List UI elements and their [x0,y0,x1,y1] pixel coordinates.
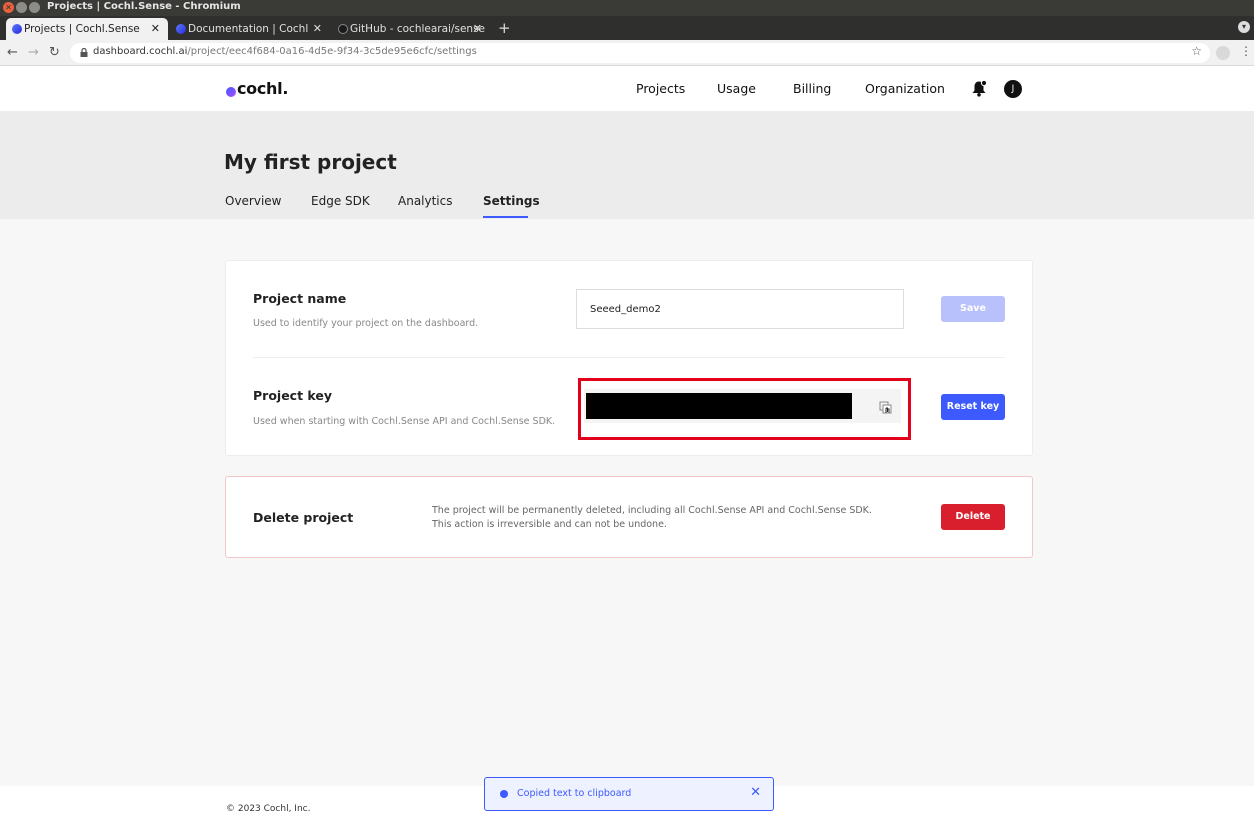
project-name-description: Used to identify your project on the das… [253,318,479,329]
tab-edge-sdk[interactable]: Edge SDK [311,194,370,208]
tab-search-chevron-icon[interactable]: ▾ [1238,21,1250,33]
url-host: dashboard.cochl.ai [93,46,188,57]
tab-label: Documentation | Cochl [188,23,309,35]
address-bar[interactable]: dashboard.cochl.ai/project/eec4f684-0a16… [70,43,1210,63]
github-favicon-icon [338,24,348,34]
notification-bell-icon[interactable] [971,80,987,97]
browser-tab-strip: Projects | Cochl.Sense ✕ Documentation |… [0,16,1254,40]
project-key-description: Used when starting with Cochl.Sense API … [253,416,556,427]
window-maximize-icon[interactable] [29,2,40,13]
project-key-title: Project key [253,388,333,403]
reset-key-button[interactable]: Reset key [941,394,1005,420]
profile-icon[interactable] [1216,46,1230,60]
lock-icon [80,48,88,57]
tab-label: Projects | Cochl.Sense [24,23,140,35]
user-avatar[interactable]: J [1004,80,1022,98]
delete-button[interactable]: Delete [941,504,1005,530]
logo-wordmark: cochl. [237,79,289,98]
project-name-input[interactable] [576,289,904,329]
tab-close-icon[interactable]: ✕ [313,18,322,40]
delete-project-message: The project will be permanently deleted,… [432,504,872,532]
toast-message: Copied text to clipboard [517,788,632,799]
cochl-favicon-icon [12,24,22,34]
delete-project-card: Delete project The project will be perma… [225,476,1033,558]
browser-tab-github[interactable]: GitHub - cochlearai/sense ✕ [332,18,490,40]
url-path: /project/eec4f684-0a16-4d5e-9f34-3c5de95… [187,46,477,57]
delete-message-line2: This action is irreversible and can not … [432,519,667,530]
window-titlebar: ✕ Projects | Cochl.Sense - Chromium [0,0,1254,16]
info-icon [500,790,508,798]
tab-label: GitHub - cochlearai/sense [350,23,486,35]
project-name-title: Project name [253,291,347,306]
browser-tab-projects[interactable]: Projects | Cochl.Sense ✕ [6,18,168,40]
browser-tab-documentation[interactable]: Documentation | Cochl ✕ [170,18,330,40]
project-key-field[interactable] [584,389,901,423]
tab-close-icon[interactable]: ✕ [151,18,160,40]
address-url: dashboard.cochl.ai/project/eec4f684-0a16… [93,46,477,57]
delete-project-title: Delete project [253,510,354,525]
save-button[interactable]: Save [941,296,1005,322]
section-divider [253,357,1005,358]
window-close-icon[interactable]: ✕ [3,2,14,13]
tab-analytics[interactable]: Analytics [398,194,453,208]
window-minimize-icon[interactable] [16,2,27,13]
project-key-redacted [586,393,852,419]
new-tab-icon[interactable]: + [498,18,511,38]
clipboard-toast: Copied text to clipboard ✕ [484,777,774,811]
browser-toolbar: ← → ↻ dashboard.cochl.ai/project/eec4f68… [0,40,1254,66]
project-key-highlight [578,378,911,440]
project-settings-card: Project name Used to identify your proje… [225,260,1033,456]
tab-overview[interactable]: Overview [225,194,282,208]
browser-menu-icon[interactable]: ⋮ [1240,44,1252,58]
project-header: My first project Overview Edge SDK Analy… [0,111,1254,219]
nav-billing[interactable]: Billing [793,81,831,96]
delete-message-line1: The project will be permanently deleted,… [432,505,872,516]
logo-dot-icon [226,87,236,97]
tab-close-icon[interactable]: ✕ [473,18,482,40]
page-title: My first project [224,150,397,174]
forward-arrow-icon[interactable]: → [28,44,39,61]
copyright-text: © 2023 Cochl, Inc. [226,804,311,814]
cochl-favicon-icon [176,24,186,34]
back-arrow-icon[interactable]: ← [7,44,18,61]
tab-settings[interactable]: Settings [483,194,540,208]
reload-icon[interactable]: ↻ [49,44,60,61]
active-tab-indicator [483,216,528,218]
nav-organization[interactable]: Organization [865,81,945,96]
nav-usage[interactable]: Usage [717,81,756,96]
app-header: cochl. Projects Usage Billing Organizati… [0,66,1254,111]
toast-close-icon[interactable]: ✕ [750,785,761,800]
window-title: Projects | Cochl.Sense - Chromium [47,1,241,12]
nav-projects[interactable]: Projects [636,81,685,96]
copy-icon[interactable] [879,401,893,415]
bookmark-star-icon[interactable]: ☆ [1191,44,1202,58]
